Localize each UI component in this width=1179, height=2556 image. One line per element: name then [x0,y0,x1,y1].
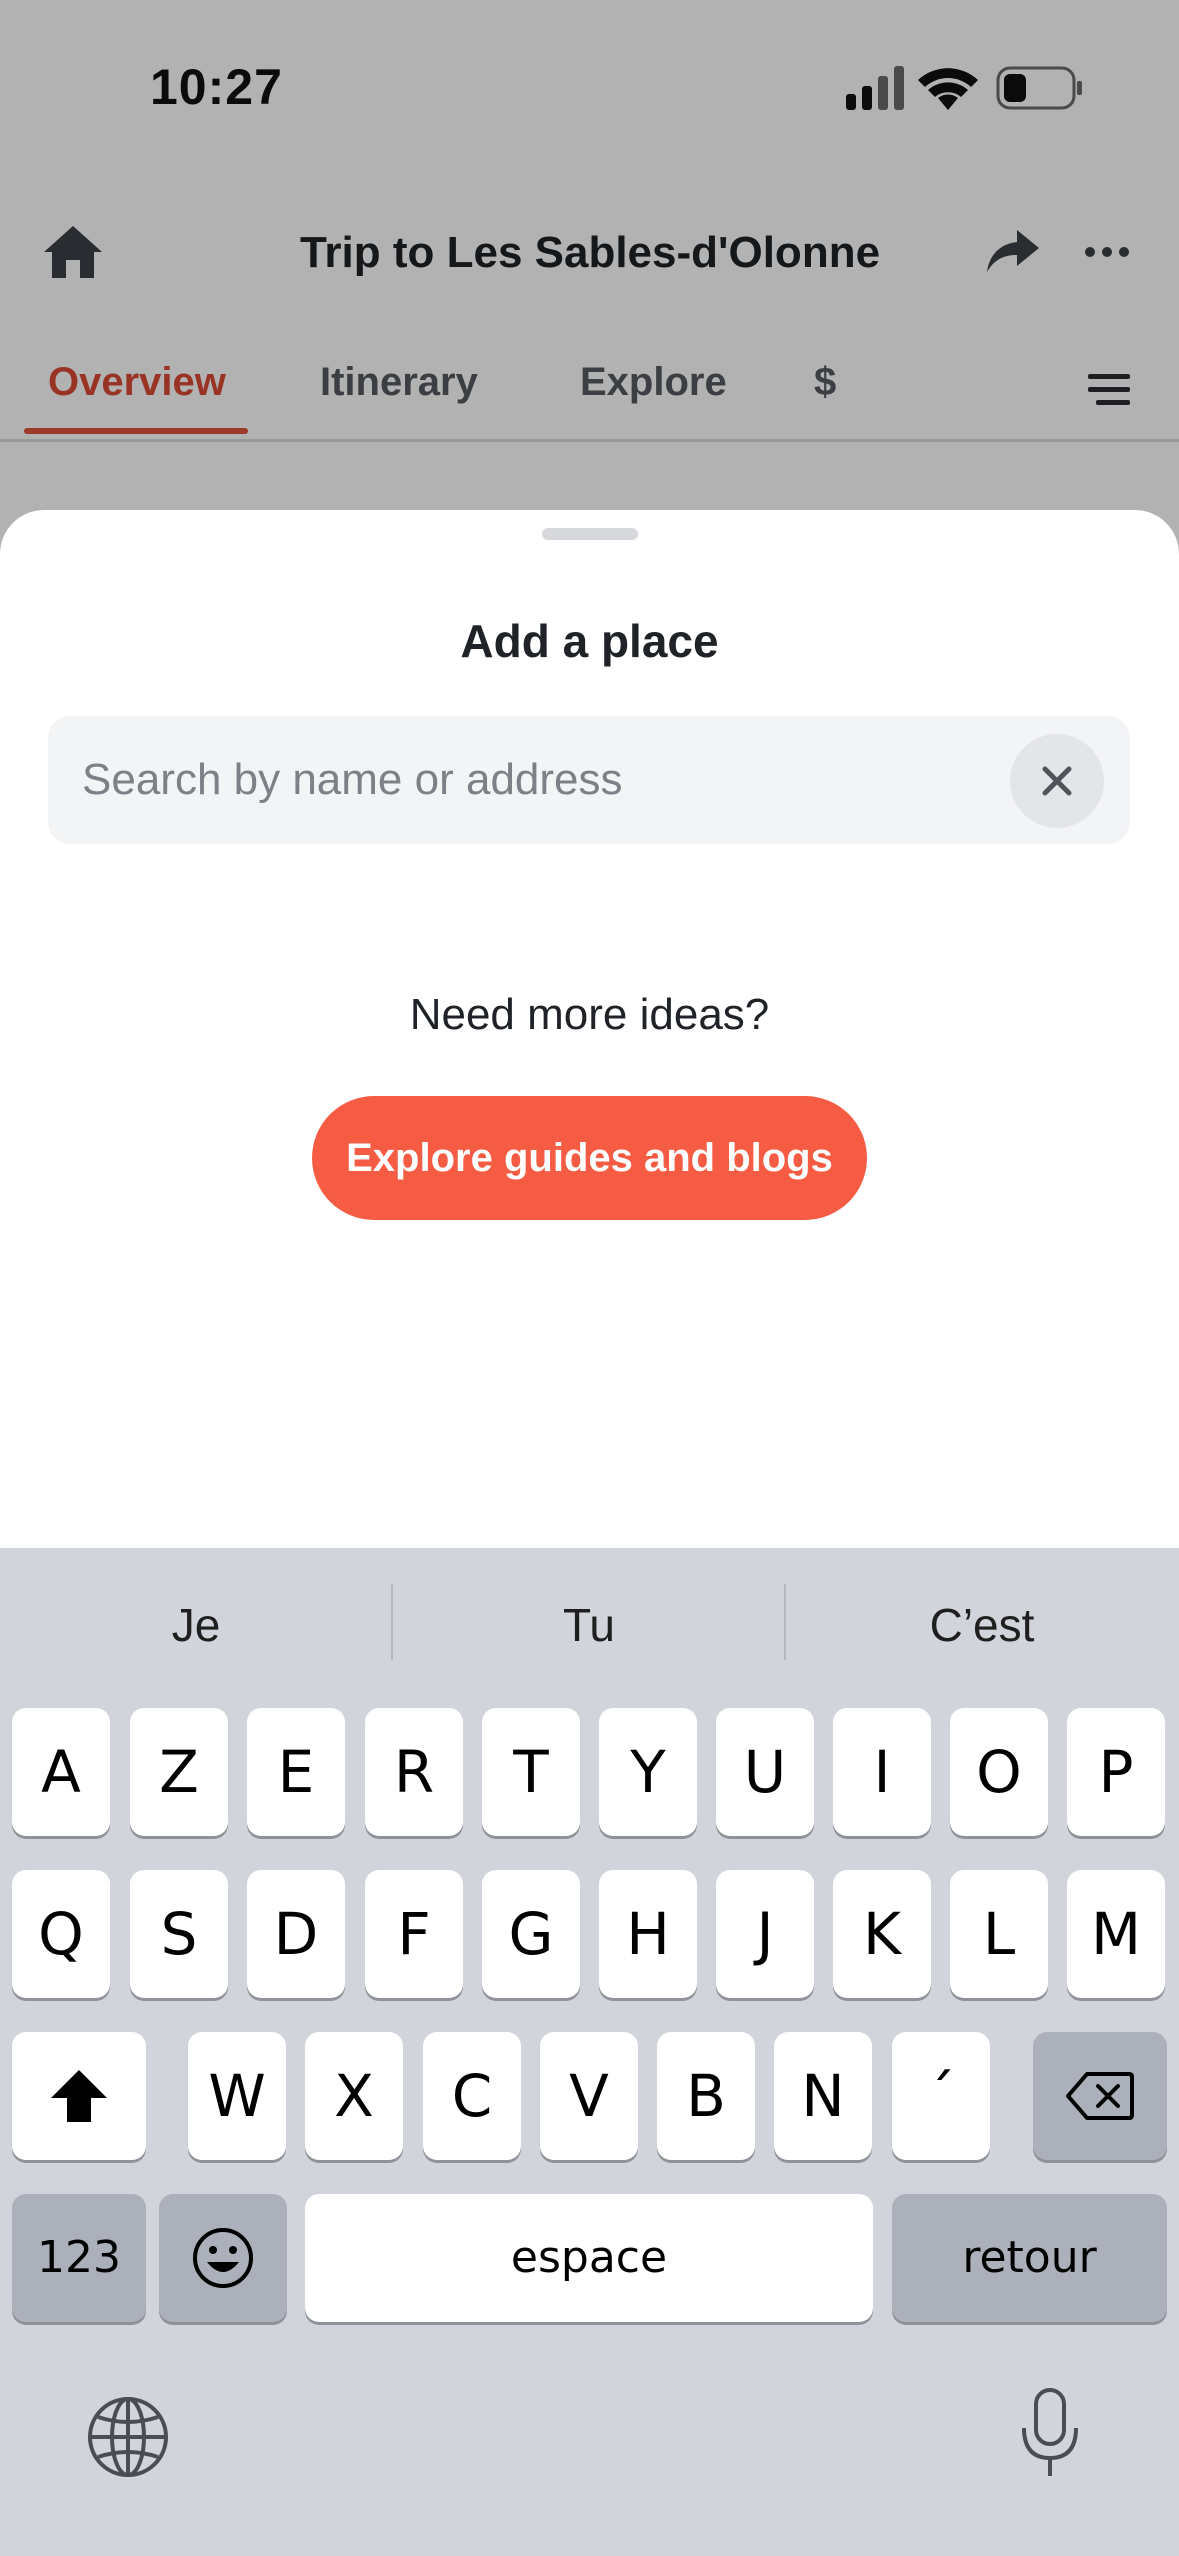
key-y[interactable]: Y [599,1708,697,1836]
suggestion-3[interactable]: C’est [786,1598,1178,1652]
shift-icon [51,2070,107,2122]
key-m[interactable]: M [1067,1870,1165,1998]
key-i[interactable]: I [833,1708,931,1836]
sheet-title: Add a place [460,615,719,667]
key-r[interactable]: R [365,1708,463,1836]
suggestion-2[interactable]: Tu [393,1598,785,1652]
key-accent[interactable]: ´ [892,2032,990,2160]
key-n[interactable]: N [774,2032,872,2160]
modal-backdrop[interactable] [0,0,1179,560]
key-l[interactable]: L [950,1870,1048,1998]
globe-icon[interactable] [84,2393,172,2481]
key-s[interactable]: S [130,1870,228,1998]
close-icon [1042,766,1072,796]
backspace-icon [1066,2072,1134,2120]
key-t[interactable]: T [482,1708,580,1836]
key-p[interactable]: P [1067,1708,1165,1836]
clear-search-button[interactable] [1010,734,1104,828]
numbers-key[interactable]: 123 [12,2194,146,2322]
shift-key[interactable] [12,2032,146,2160]
emoji-icon [193,2228,253,2288]
return-key[interactable]: retour [892,2194,1167,2322]
key-v[interactable]: V [540,2032,638,2160]
search-box [48,716,1130,844]
explore-guides-button[interactable]: Explore guides and blogs [312,1096,867,1220]
delete-key[interactable] [1033,2032,1167,2160]
suggestion-1[interactable]: Je [0,1598,392,1652]
key-o[interactable]: O [950,1708,1048,1836]
key-e[interactable]: E [247,1708,345,1836]
add-place-sheet: Add a place Need more ideas? Explore gui… [0,510,1179,1550]
sheet-grabber[interactable] [542,528,638,540]
key-w[interactable]: W [188,2032,286,2160]
space-key[interactable]: espace [305,2194,873,2322]
key-z[interactable]: Z [130,1708,228,1836]
ideas-prompt: Need more ideas? [409,990,770,1039]
key-k[interactable]: K [833,1870,931,1998]
search-input[interactable] [82,716,1002,844]
key-x[interactable]: X [305,2032,403,2160]
key-j[interactable]: J [716,1870,814,1998]
keyboard: Je Tu C’est A Z E R T Y U I O P Q S D F … [0,1548,1179,2556]
emoji-key[interactable] [159,2194,287,2322]
key-c[interactable]: C [423,2032,521,2160]
key-f[interactable]: F [365,1870,463,1998]
key-h[interactable]: H [599,1870,697,1998]
microphone-icon[interactable] [1020,2386,1080,2482]
key-d[interactable]: D [247,1870,345,1998]
key-u[interactable]: U [716,1708,814,1836]
key-g[interactable]: G [482,1870,580,1998]
key-b[interactable]: B [657,2032,755,2160]
key-q[interactable]: Q [12,1870,110,1998]
key-a[interactable]: A [12,1708,110,1836]
